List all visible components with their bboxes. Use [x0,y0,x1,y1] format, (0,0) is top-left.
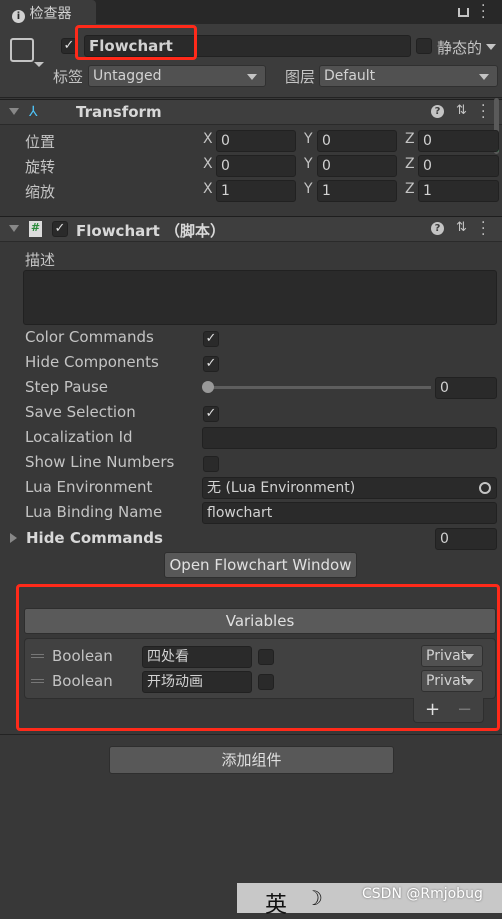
variable-value-checkbox[interactable] [258,674,274,690]
presets-icon[interactable]: ⇅ [456,220,467,235]
kebab-menu-icon[interactable]: · · · [481,216,485,242]
transform-header[interactable]: ⅄ Transform ? ⇅ · · · [0,99,502,125]
color-commands-label: Color Commands [25,328,154,346]
step-pause-slider-track[interactable] [207,386,431,389]
presets-icon[interactable]: ⇅ [456,103,467,118]
transform-icon: ⅄ [29,104,38,120]
variable-value-checkbox[interactable] [258,649,274,665]
info-icon: i [12,10,25,23]
step-pause-input[interactable]: 0 [435,377,497,399]
static-checkbox[interactable] [416,38,432,54]
object-picker-icon[interactable] [479,482,491,494]
ime-language[interactable]: 英 [265,887,287,919]
open-flowchart-window-button[interactable]: Open Flowchart Window [164,552,357,578]
transform-x-input[interactable]: 0 [216,155,296,177]
color-commands-checkbox[interactable]: ✓ [203,331,219,347]
remove-variable-button[interactable]: − [457,699,472,720]
divider [0,734,502,735]
axis-z-label[interactable]: Z [405,181,415,197]
flowchart-header[interactable]: # ✓ Flowchart （脚本） ? ⇅ · · · [0,216,502,242]
foldout-arrow-icon[interactable] [10,533,22,543]
transform-row-label: 旋转 [25,158,56,176]
drag-handle-icon[interactable] [31,654,44,658]
variable-type: Boolean [52,647,113,665]
transform-z-input[interactable]: 0 [418,155,499,177]
show-line-numbers-label: Show Line Numbers [25,453,175,471]
axis-y-label[interactable]: Y [304,181,313,197]
highlight-box [75,25,197,60]
lua-binding-label: Lua Binding Name [25,503,163,521]
cube-icon[interactable] [10,38,34,62]
variable-key-input[interactable]: 四处看 [142,646,252,668]
transform-z-input[interactable]: 1 [418,180,499,202]
variable-type: Boolean [52,672,113,690]
localization-id-input[interactable] [202,427,497,449]
lua-environment-field[interactable]: 无 (Lua Environment) [202,477,497,499]
add-component-button[interactable]: 添加组件 [109,746,394,774]
transform-z-input[interactable]: 0 [418,130,499,152]
hide-components-label: Hide Components [25,353,159,371]
layer-label: 图层 [285,68,316,86]
enabled-checkbox[interactable]: ✓ [52,221,68,237]
axis-z-label[interactable]: Z [405,156,415,172]
tag-label: 标签 [53,68,84,86]
axis-y-label[interactable]: Y [304,131,313,147]
lua-environment-label: Lua Environment [25,478,153,496]
localization-id-label: Localization Id [25,428,133,446]
variables-header[interactable]: Variables [24,608,496,634]
step-pause-label: Step Pause [25,378,109,396]
axis-x-label[interactable]: X [203,131,213,147]
transform-x-input[interactable]: 0 [216,130,296,152]
save-selection-label: Save Selection [25,403,136,421]
foldout-arrow-icon[interactable] [9,108,19,120]
chevron-down-icon[interactable] [34,62,44,72]
help-icon[interactable]: ? [431,105,444,118]
transform-y-input[interactable]: 1 [317,180,397,202]
axis-y-label[interactable]: Y [304,156,313,172]
foldout-arrow-icon[interactable] [9,225,19,237]
transform-x-input[interactable]: 1 [216,180,296,202]
kebab-menu-icon[interactable]: · · · [481,99,485,125]
transform-y-input[interactable]: 0 [317,130,397,152]
axis-x-label[interactable]: X [203,156,213,172]
layer-dropdown[interactable]: Default [319,65,498,87]
ime-toolbar: 英 ☽ CSDN @Rmjobug [237,883,502,918]
chevron-down-icon[interactable] [486,44,496,55]
help-icon[interactable]: ? [431,222,444,235]
description-textarea[interactable] [23,270,497,325]
add-variable-button[interactable]: + [425,699,440,720]
transform-y-input[interactable]: 0 [317,155,397,177]
script-icon: # [29,221,42,237]
watermark: CSDN @Rmjobug [362,886,483,902]
lock-icon[interactable] [458,8,469,17]
save-selection-checkbox[interactable]: ✓ [203,406,219,422]
axis-x-label[interactable]: X [203,181,213,197]
moon-icon[interactable]: ☽ [305,886,323,910]
tag-dropdown[interactable]: Untagged [88,65,266,87]
show-line-numbers-checkbox[interactable] [203,456,219,472]
kebab-menu-icon[interactable]: · · · [481,0,485,25]
hide-commands-label[interactable]: Hide Commands [26,529,163,547]
description-label: 描述 [25,251,56,269]
step-pause-slider-handle[interactable] [202,381,214,393]
variable-scope-dropdown[interactable]: Privat [421,645,483,667]
static-label[interactable]: 静态的 [437,37,482,58]
axis-z-label[interactable]: Z [405,131,415,147]
lua-binding-input[interactable]: flowchart [202,502,497,524]
drag-handle-icon[interactable] [31,679,44,683]
variable-key-input[interactable]: 开场动画 [142,671,252,693]
transform-row-label: 位置 [25,133,56,151]
variable-scope-dropdown[interactable]: Privat [421,670,483,692]
hide-commands-input[interactable]: 0 [435,528,497,550]
transform-row-label: 缩放 [25,183,56,201]
hide-components-checkbox[interactable]: ✓ [203,356,219,372]
tab-inspector[interactable]: i 检查器 [0,0,96,24]
list-footer [413,698,484,723]
